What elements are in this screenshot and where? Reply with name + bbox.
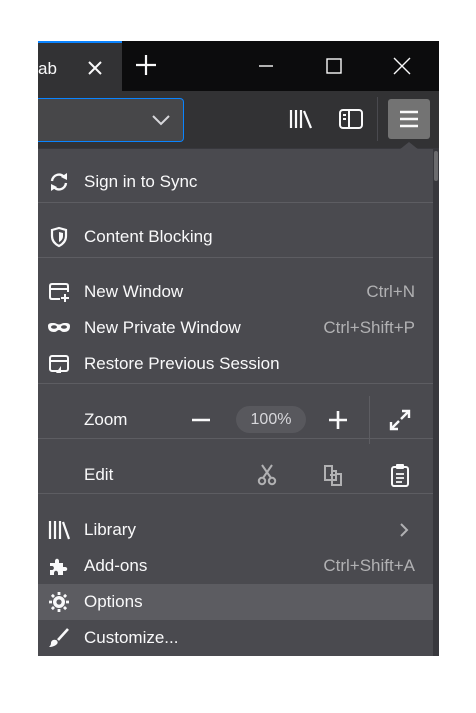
close-window-icon[interactable]: [390, 54, 414, 78]
fullscreen-icon[interactable]: [389, 409, 411, 431]
menu-separator: [38, 383, 433, 384]
maximize-icon[interactable]: [322, 54, 346, 78]
library-icon[interactable]: [287, 107, 315, 131]
private-mask-icon: [48, 323, 70, 332]
gear-icon: [49, 592, 69, 612]
new-private-window-label: New Private Window: [84, 318, 241, 337]
close-icon[interactable]: [85, 58, 105, 78]
zoom-in-icon[interactable]: [326, 408, 350, 432]
paintbrush-icon: [49, 628, 69, 647]
zoom-reset-button[interactable]: 100%: [236, 406, 306, 433]
toolbar-separator: [377, 97, 378, 141]
menu-separator: [38, 257, 433, 258]
restore-session-label: Restore Previous Session: [84, 354, 280, 373]
sign-in-label: Sign in to Sync: [84, 172, 198, 191]
browser-window: ab Sign in to Sync Content Blocking New …: [38, 41, 439, 656]
menu-item-addons[interactable]: Add-ons Ctrl+Shift+A: [38, 548, 433, 584]
new-tab-icon[interactable]: [134, 53, 158, 77]
app-menu-panel: Sign in to Sync Content Blocking New Win…: [38, 149, 433, 656]
menu-item-content-blocking[interactable]: Content Blocking: [38, 219, 433, 255]
new-window-label: New Window: [84, 282, 184, 301]
menu-item-new-private-window[interactable]: New Private Window Ctrl+Shift+P: [38, 310, 433, 346]
menu-separator: [38, 438, 433, 439]
minimize-icon[interactable]: [254, 54, 278, 78]
menu-item-zoom: Zoom 100%: [38, 396, 433, 444]
addons-label: Add-ons: [84, 556, 148, 575]
zoom-separator: [369, 396, 370, 444]
addons-shortcut: Ctrl+Shift+A: [323, 556, 415, 575]
tab-title: ab: [38, 59, 57, 78]
menu-item-customize[interactable]: Customize...: [38, 620, 433, 656]
copy-icon[interactable]: [321, 463, 345, 487]
new-private-window-shortcut: Ctrl+Shift+P: [323, 318, 415, 337]
menu-item-edit: Edit: [38, 457, 433, 493]
shield-icon: [50, 226, 68, 248]
options-label: Options: [84, 592, 143, 611]
menu-item-restore-session[interactable]: Restore Previous Session: [38, 346, 433, 382]
menu-scrollbar[interactable]: [433, 149, 439, 656]
paste-icon[interactable]: [388, 463, 412, 487]
scrollbar-thumb[interactable]: [434, 151, 438, 181]
new-window-shortcut: Ctrl+N: [366, 282, 415, 301]
puzzle-icon: [50, 558, 68, 575]
restore-session-icon: [49, 355, 69, 373]
menu-separator: [38, 493, 433, 494]
chevron-right-icon: [400, 523, 409, 537]
menu-item-options[interactable]: Options: [38, 584, 433, 620]
content-blocking-label: Content Blocking: [84, 227, 213, 246]
menu-separator: [38, 202, 433, 203]
zoom-out-icon[interactable]: [189, 402, 213, 438]
menu-item-library[interactable]: Library: [38, 512, 433, 548]
url-bar[interactable]: [38, 98, 184, 142]
title-bar: ab: [38, 41, 439, 91]
customize-label: Customize...: [84, 628, 179, 647]
edit-label: Edit: [84, 465, 114, 484]
library-icon: [48, 521, 71, 540]
cut-icon[interactable]: [255, 463, 279, 487]
sync-icon: [50, 173, 68, 191]
menu-item-sign-in[interactable]: Sign in to Sync: [38, 164, 433, 200]
dropdown-icon[interactable]: [150, 111, 172, 129]
new-window-icon: [49, 283, 69, 302]
menu-button[interactable]: [388, 99, 430, 139]
menu-item-new-window[interactable]: New Window Ctrl+N: [38, 274, 433, 310]
zoom-label: Zoom: [84, 410, 128, 429]
sidebar-icon[interactable]: [338, 107, 364, 131]
library-label: Library: [84, 520, 136, 539]
nav-toolbar: [38, 91, 439, 148]
hamburger-menu-icon: [400, 110, 418, 128]
active-tab[interactable]: ab: [38, 41, 122, 91]
